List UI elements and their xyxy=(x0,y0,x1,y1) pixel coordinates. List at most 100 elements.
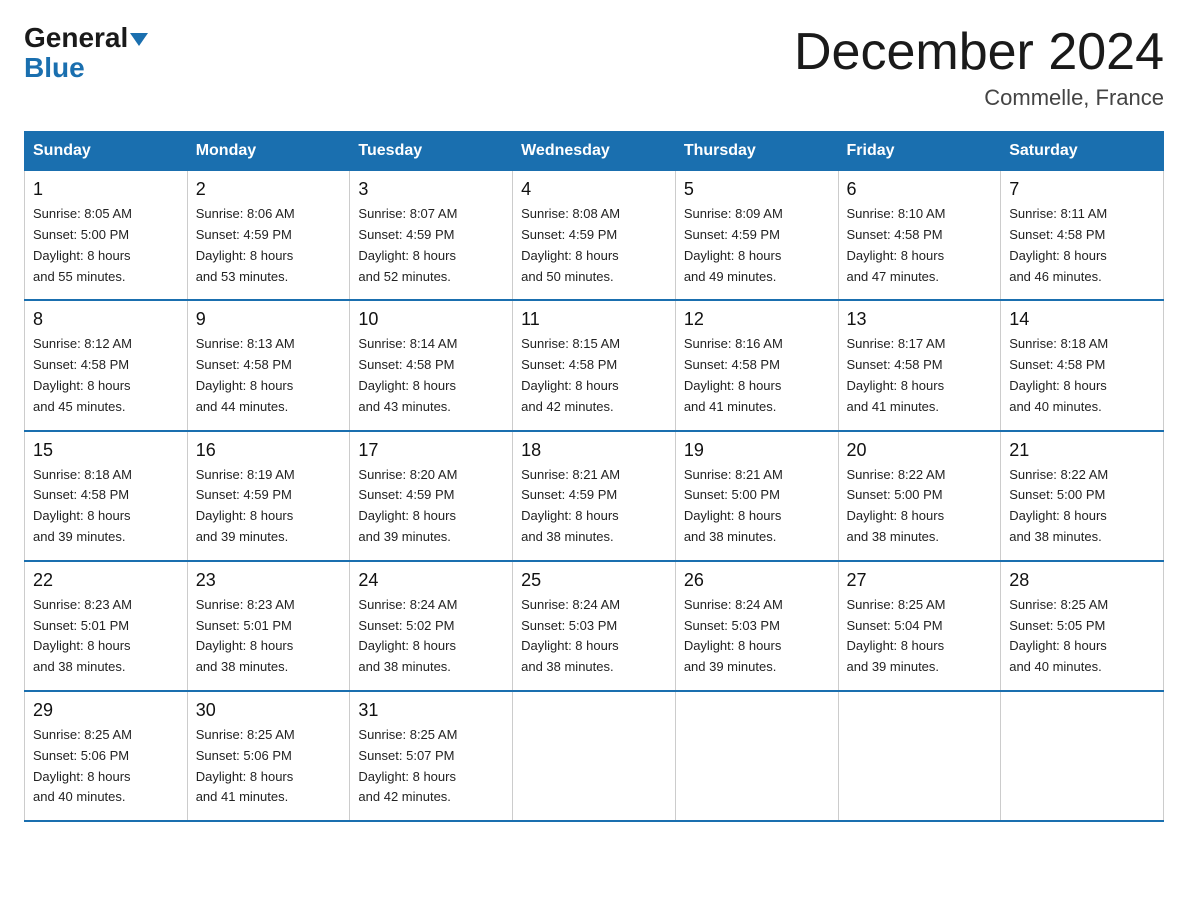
col-monday: Monday xyxy=(187,132,350,171)
calendar-table: Sunday Monday Tuesday Wednesday Thursday… xyxy=(24,131,1164,822)
day-info: Sunrise: 8:15 AM Sunset: 4:58 PM Dayligh… xyxy=(521,334,667,417)
day-info: Sunrise: 8:25 AM Sunset: 5:04 PM Dayligh… xyxy=(847,595,993,678)
location: Commelle, France xyxy=(794,85,1164,111)
day-number: 5 xyxy=(684,179,830,200)
day-cell: 30 Sunrise: 8:25 AM Sunset: 5:06 PM Dayl… xyxy=(187,691,350,821)
day-cell xyxy=(513,691,676,821)
day-cell: 23 Sunrise: 8:23 AM Sunset: 5:01 PM Dayl… xyxy=(187,561,350,691)
day-number: 20 xyxy=(847,440,993,461)
day-number: 29 xyxy=(33,700,179,721)
week-row-4: 22 Sunrise: 8:23 AM Sunset: 5:01 PM Dayl… xyxy=(25,561,1164,691)
day-info: Sunrise: 8:06 AM Sunset: 4:59 PM Dayligh… xyxy=(196,204,342,287)
week-row-2: 8 Sunrise: 8:12 AM Sunset: 4:58 PM Dayli… xyxy=(25,300,1164,430)
day-number: 27 xyxy=(847,570,993,591)
day-cell: 29 Sunrise: 8:25 AM Sunset: 5:06 PM Dayl… xyxy=(25,691,188,821)
page-header: General Blue December 2024 Commelle, Fra… xyxy=(24,24,1164,111)
day-number: 22 xyxy=(33,570,179,591)
day-cell: 15 Sunrise: 8:18 AM Sunset: 4:58 PM Dayl… xyxy=(25,431,188,561)
day-cell: 17 Sunrise: 8:20 AM Sunset: 4:59 PM Dayl… xyxy=(350,431,513,561)
day-number: 24 xyxy=(358,570,504,591)
calendar-header: Sunday Monday Tuesday Wednesday Thursday… xyxy=(25,132,1164,171)
col-sunday: Sunday xyxy=(25,132,188,171)
day-cell: 6 Sunrise: 8:10 AM Sunset: 4:58 PM Dayli… xyxy=(838,171,1001,301)
header-row: Sunday Monday Tuesday Wednesday Thursday… xyxy=(25,132,1164,171)
day-number: 28 xyxy=(1009,570,1155,591)
day-cell: 11 Sunrise: 8:15 AM Sunset: 4:58 PM Dayl… xyxy=(513,300,676,430)
day-cell: 26 Sunrise: 8:24 AM Sunset: 5:03 PM Dayl… xyxy=(675,561,838,691)
day-cell: 22 Sunrise: 8:23 AM Sunset: 5:01 PM Dayl… xyxy=(25,561,188,691)
day-number: 13 xyxy=(847,309,993,330)
day-number: 25 xyxy=(521,570,667,591)
day-number: 12 xyxy=(684,309,830,330)
day-info: Sunrise: 8:18 AM Sunset: 4:58 PM Dayligh… xyxy=(33,465,179,548)
day-info: Sunrise: 8:23 AM Sunset: 5:01 PM Dayligh… xyxy=(33,595,179,678)
day-number: 2 xyxy=(196,179,342,200)
day-cell: 12 Sunrise: 8:16 AM Sunset: 4:58 PM Dayl… xyxy=(675,300,838,430)
day-number: 1 xyxy=(33,179,179,200)
day-number: 18 xyxy=(521,440,667,461)
day-cell: 28 Sunrise: 8:25 AM Sunset: 5:05 PM Dayl… xyxy=(1001,561,1164,691)
day-info: Sunrise: 8:13 AM Sunset: 4:58 PM Dayligh… xyxy=(196,334,342,417)
day-cell: 10 Sunrise: 8:14 AM Sunset: 4:58 PM Dayl… xyxy=(350,300,513,430)
logo-line1: General xyxy=(24,24,148,52)
week-row-1: 1 Sunrise: 8:05 AM Sunset: 5:00 PM Dayli… xyxy=(25,171,1164,301)
day-number: 6 xyxy=(847,179,993,200)
month-title: December 2024 xyxy=(794,24,1164,81)
day-cell xyxy=(838,691,1001,821)
day-cell: 5 Sunrise: 8:09 AM Sunset: 4:59 PM Dayli… xyxy=(675,171,838,301)
day-cell: 3 Sunrise: 8:07 AM Sunset: 4:59 PM Dayli… xyxy=(350,171,513,301)
day-info: Sunrise: 8:18 AM Sunset: 4:58 PM Dayligh… xyxy=(1009,334,1155,417)
day-info: Sunrise: 8:14 AM Sunset: 4:58 PM Dayligh… xyxy=(358,334,504,417)
day-number: 4 xyxy=(521,179,667,200)
day-info: Sunrise: 8:21 AM Sunset: 5:00 PM Dayligh… xyxy=(684,465,830,548)
week-row-3: 15 Sunrise: 8:18 AM Sunset: 4:58 PM Dayl… xyxy=(25,431,1164,561)
logo-line2: Blue xyxy=(24,54,85,82)
col-saturday: Saturday xyxy=(1001,132,1164,171)
day-cell: 27 Sunrise: 8:25 AM Sunset: 5:04 PM Dayl… xyxy=(838,561,1001,691)
day-number: 26 xyxy=(684,570,830,591)
day-info: Sunrise: 8:24 AM Sunset: 5:02 PM Dayligh… xyxy=(358,595,504,678)
day-number: 10 xyxy=(358,309,504,330)
day-info: Sunrise: 8:20 AM Sunset: 4:59 PM Dayligh… xyxy=(358,465,504,548)
day-info: Sunrise: 8:11 AM Sunset: 4:58 PM Dayligh… xyxy=(1009,204,1155,287)
day-cell: 7 Sunrise: 8:11 AM Sunset: 4:58 PM Dayli… xyxy=(1001,171,1164,301)
day-cell: 20 Sunrise: 8:22 AM Sunset: 5:00 PM Dayl… xyxy=(838,431,1001,561)
col-wednesday: Wednesday xyxy=(513,132,676,171)
day-number: 9 xyxy=(196,309,342,330)
day-number: 7 xyxy=(1009,179,1155,200)
day-info: Sunrise: 8:17 AM Sunset: 4:58 PM Dayligh… xyxy=(847,334,993,417)
day-cell: 8 Sunrise: 8:12 AM Sunset: 4:58 PM Dayli… xyxy=(25,300,188,430)
day-number: 30 xyxy=(196,700,342,721)
day-cell xyxy=(675,691,838,821)
day-number: 15 xyxy=(33,440,179,461)
day-cell: 2 Sunrise: 8:06 AM Sunset: 4:59 PM Dayli… xyxy=(187,171,350,301)
day-info: Sunrise: 8:22 AM Sunset: 5:00 PM Dayligh… xyxy=(1009,465,1155,548)
day-info: Sunrise: 8:09 AM Sunset: 4:59 PM Dayligh… xyxy=(684,204,830,287)
day-info: Sunrise: 8:24 AM Sunset: 5:03 PM Dayligh… xyxy=(521,595,667,678)
day-cell: 25 Sunrise: 8:24 AM Sunset: 5:03 PM Dayl… xyxy=(513,561,676,691)
day-info: Sunrise: 8:25 AM Sunset: 5:06 PM Dayligh… xyxy=(33,725,179,808)
day-info: Sunrise: 8:25 AM Sunset: 5:06 PM Dayligh… xyxy=(196,725,342,808)
day-info: Sunrise: 8:07 AM Sunset: 4:59 PM Dayligh… xyxy=(358,204,504,287)
day-number: 17 xyxy=(358,440,504,461)
day-number: 21 xyxy=(1009,440,1155,461)
day-number: 16 xyxy=(196,440,342,461)
day-info: Sunrise: 8:25 AM Sunset: 5:05 PM Dayligh… xyxy=(1009,595,1155,678)
day-info: Sunrise: 8:21 AM Sunset: 4:59 PM Dayligh… xyxy=(521,465,667,548)
day-number: 23 xyxy=(196,570,342,591)
day-info: Sunrise: 8:12 AM Sunset: 4:58 PM Dayligh… xyxy=(33,334,179,417)
day-info: Sunrise: 8:16 AM Sunset: 4:58 PM Dayligh… xyxy=(684,334,830,417)
day-info: Sunrise: 8:10 AM Sunset: 4:58 PM Dayligh… xyxy=(847,204,993,287)
calendar-body: 1 Sunrise: 8:05 AM Sunset: 5:00 PM Dayli… xyxy=(25,171,1164,821)
day-info: Sunrise: 8:23 AM Sunset: 5:01 PM Dayligh… xyxy=(196,595,342,678)
day-cell: 4 Sunrise: 8:08 AM Sunset: 4:59 PM Dayli… xyxy=(513,171,676,301)
day-cell: 14 Sunrise: 8:18 AM Sunset: 4:58 PM Dayl… xyxy=(1001,300,1164,430)
day-info: Sunrise: 8:05 AM Sunset: 5:00 PM Dayligh… xyxy=(33,204,179,287)
day-cell: 21 Sunrise: 8:22 AM Sunset: 5:00 PM Dayl… xyxy=(1001,431,1164,561)
day-number: 11 xyxy=(521,309,667,330)
day-cell: 13 Sunrise: 8:17 AM Sunset: 4:58 PM Dayl… xyxy=(838,300,1001,430)
day-info: Sunrise: 8:19 AM Sunset: 4:59 PM Dayligh… xyxy=(196,465,342,548)
day-cell: 9 Sunrise: 8:13 AM Sunset: 4:58 PM Dayli… xyxy=(187,300,350,430)
day-number: 14 xyxy=(1009,309,1155,330)
day-cell xyxy=(1001,691,1164,821)
